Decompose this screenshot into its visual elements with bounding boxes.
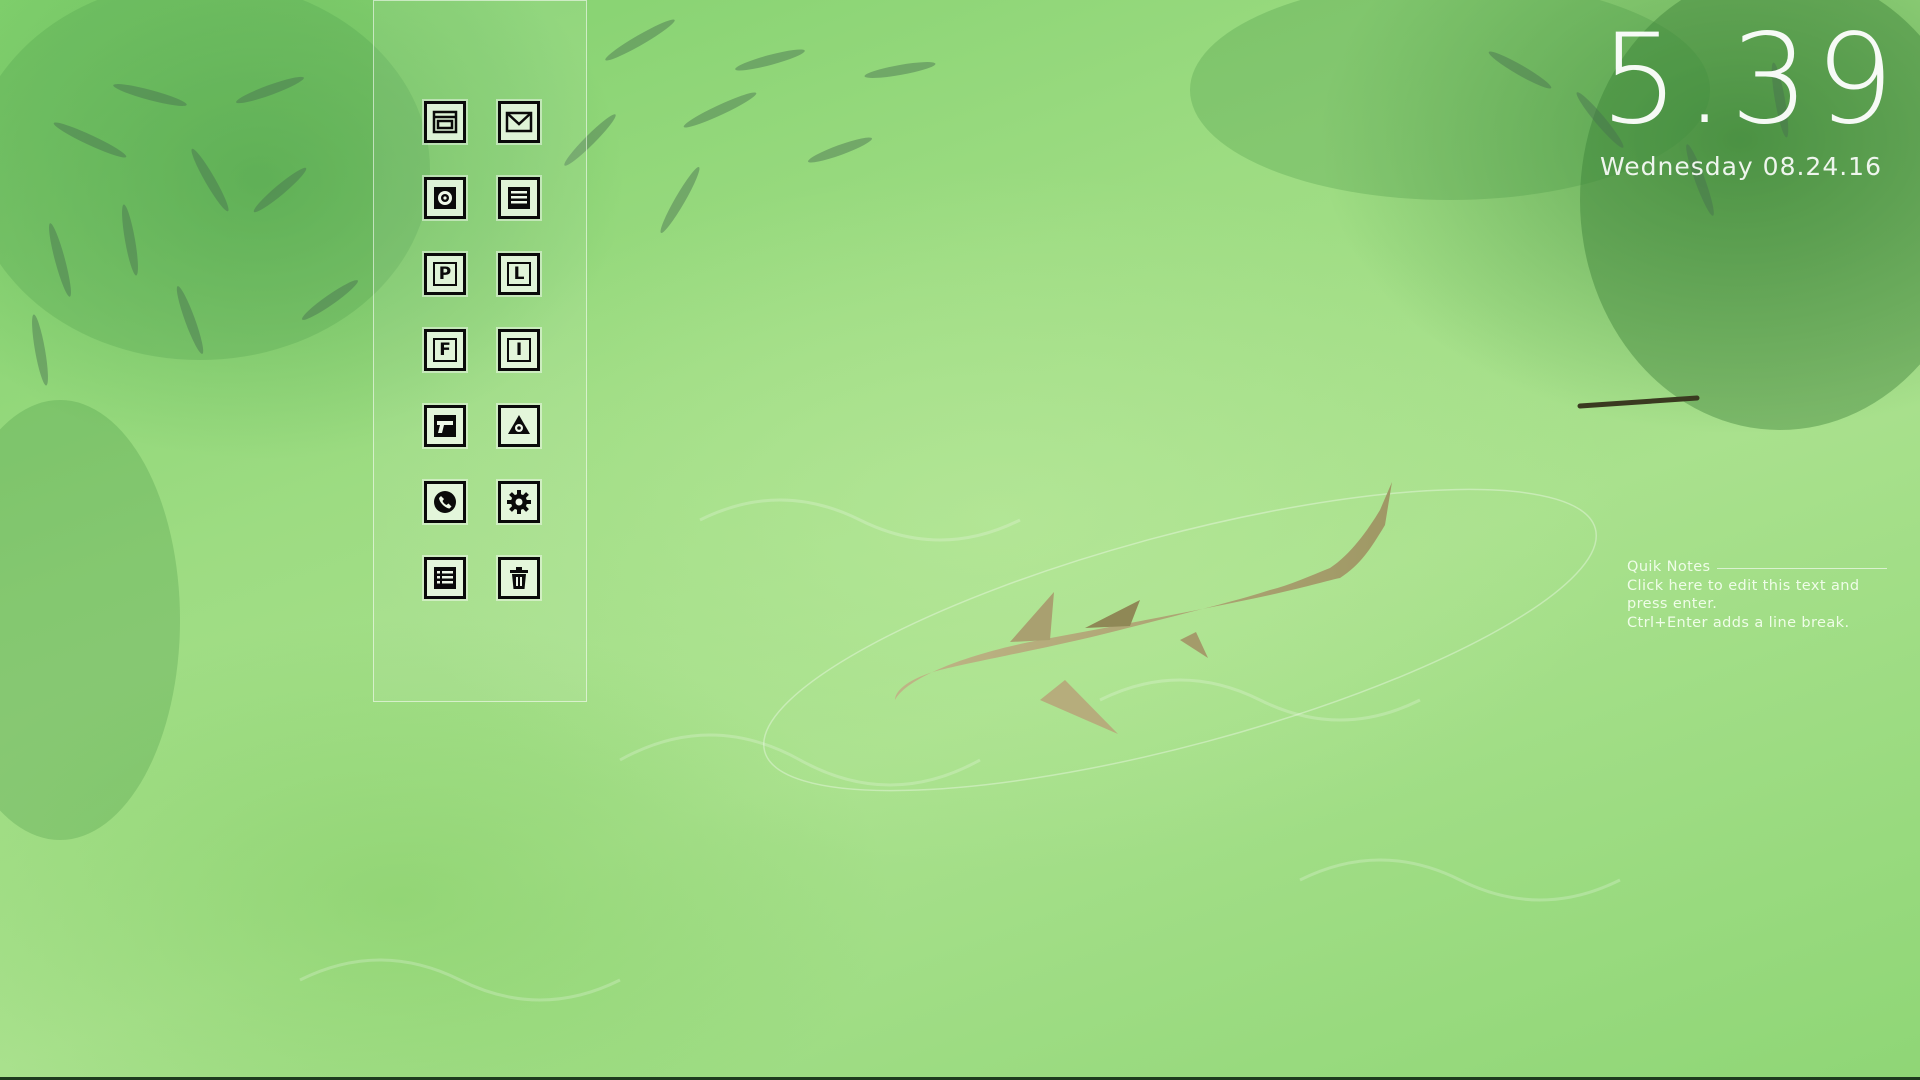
quik-notes-line[interactable]: Ctrl+Enter adds a line break. <box>1627 614 1887 633</box>
app-icon-grid: P L F I <box>424 101 540 599</box>
mail-icon[interactable] <box>498 101 540 143</box>
quik-notes-line[interactable]: Click here to edit this text and <box>1627 577 1887 596</box>
quik-notes-header: Quik Notes <box>1627 558 1887 577</box>
document-icon[interactable] <box>498 177 540 219</box>
p-letter: P <box>433 262 457 286</box>
quik-notes-divider <box>1716 567 1887 569</box>
i-letter: I <box>507 338 531 362</box>
recycle-icon[interactable] <box>498 405 540 447</box>
f-letter: F <box>433 338 457 362</box>
l-letter-icon[interactable]: L <box>498 253 540 295</box>
app-launcher-panel: P L F I <box>373 0 587 702</box>
clock-time: 5.39 <box>1600 8 1901 152</box>
window-icon[interactable] <box>424 101 466 143</box>
quik-notes-line[interactable]: press enter. <box>1627 595 1887 614</box>
gear-icon[interactable] <box>498 481 540 523</box>
speaker-icon[interactable] <box>424 177 466 219</box>
phone-icon[interactable] <box>424 481 466 523</box>
quik-notes-title: Quik Notes <box>1627 559 1711 575</box>
f-letter-icon[interactable]: F <box>424 329 466 371</box>
l-letter: L <box>507 262 531 286</box>
clock-date: Wednesday 08.24.16 <box>1599 152 1882 181</box>
p-letter-icon[interactable]: P <box>424 253 466 295</box>
stick <box>1577 395 1700 409</box>
gun-icon[interactable] <box>424 405 466 447</box>
i-letter-icon[interactable]: I <box>498 329 540 371</box>
shark <box>895 482 1392 734</box>
quik-notes-widget[interactable]: Quik Notes Click here to edit this text … <box>1627 558 1887 632</box>
trash-icon[interactable] <box>498 557 540 599</box>
list-icon[interactable] <box>424 557 466 599</box>
